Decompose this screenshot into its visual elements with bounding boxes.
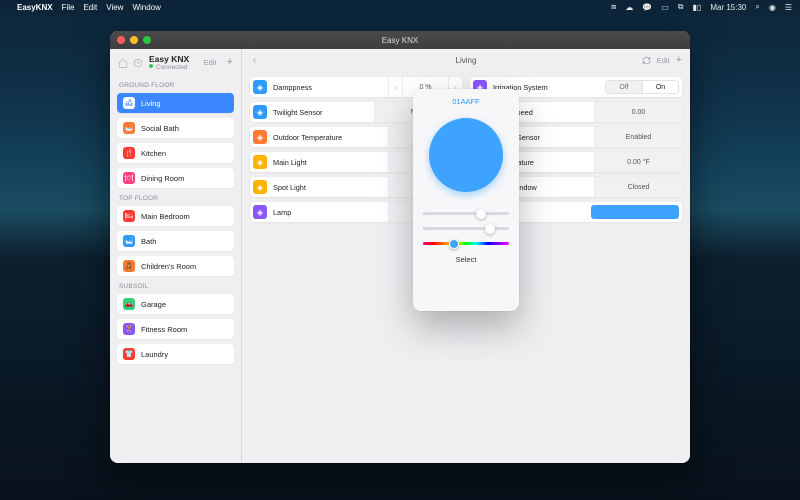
saturation-slider[interactable]	[423, 227, 509, 230]
device-icon: ◈	[253, 180, 267, 194]
main-panel: Living Edit + ◈Damppness‹0 %›◈Twilight S…	[242, 49, 690, 463]
color-preview-circle[interactable]	[429, 118, 503, 192]
sidebar-room-kitchen[interactable]: 🍴 Kitchen	[117, 143, 234, 163]
device-icon: ◈	[253, 80, 267, 94]
menu-view[interactable]: View	[106, 3, 123, 12]
bed-icon: 🛏	[123, 210, 135, 222]
display-icon[interactable]: ▭	[661, 3, 669, 12]
dropbox-icon[interactable]: ⧈	[611, 2, 616, 12]
bath-icon: 🛁	[123, 122, 135, 134]
sidebar-title: Easy KNX	[149, 54, 198, 64]
fitness-icon: 🏋	[123, 323, 135, 335]
kitchen-icon: 🍴	[123, 147, 135, 159]
sidebar-room-laundry[interactable]: 👕 Laundry	[117, 344, 234, 364]
device-icon: ◈	[253, 155, 267, 169]
color-swatch[interactable]	[591, 205, 679, 219]
room-label: Fitness Room	[141, 325, 187, 334]
sidebar-section-label: TOP FLOOR	[110, 188, 241, 206]
room-label: Social Bath	[141, 124, 179, 133]
siri-icon[interactable]: ◉	[769, 3, 776, 12]
sidebar-room-bath[interactable]: 🛁 Bath	[117, 231, 234, 251]
color-hex-value: 01AAFF	[452, 97, 480, 106]
laundry-icon: 👕	[123, 348, 135, 360]
device-label: Main Light	[273, 158, 388, 167]
room-label: Garage	[141, 300, 166, 309]
control-center-icon[interactable]: ☰	[785, 3, 792, 12]
car-icon: 🚗	[123, 298, 135, 310]
room-label: Laundry	[141, 350, 168, 359]
room-label: Dining Room	[141, 174, 184, 183]
main-title: Living	[242, 56, 690, 65]
room-label: Children's Room	[141, 262, 196, 271]
device-label: Damppness	[273, 83, 388, 92]
device-icon: ◈	[253, 205, 267, 219]
sofa-icon: 🛋	[123, 97, 135, 109]
menu-edit[interactable]: Edit	[83, 3, 97, 12]
step-down-button[interactable]: ‹	[388, 77, 402, 97]
room-label: Bath	[141, 237, 156, 246]
sidebar-add-button[interactable]: +	[227, 57, 233, 68]
hue-slider[interactable]	[423, 242, 509, 245]
sidebar: Easy KNX Connected Edit + GROUND FLOOR 🛋 L…	[110, 49, 242, 463]
device-value: Enabled	[594, 127, 682, 147]
device-label: Twilight Sensor	[273, 108, 374, 117]
sidebar-room-living[interactable]: 🛋 Living	[117, 93, 234, 113]
device-icon: ◈	[253, 105, 267, 119]
connection-status: Connected	[149, 64, 198, 71]
device-label: Spot Light	[273, 183, 388, 192]
device-value: 0.00	[594, 102, 682, 122]
segmented-control[interactable]: OffOn	[605, 80, 679, 94]
device-value: Closed	[594, 177, 682, 197]
menu-file[interactable]: File	[62, 3, 75, 12]
clock-icon[interactable]	[133, 58, 143, 68]
dining-icon: 🍽	[123, 172, 135, 184]
wifi-icon[interactable]: ⧉	[678, 2, 684, 12]
sidebar-room-main-bedroom[interactable]: 🛏 Main Bedroom	[117, 206, 234, 226]
clock[interactable]: Mar 15:30	[710, 3, 746, 12]
device-icon: ◈	[253, 130, 267, 144]
sidebar-room-children-s-room[interactable]: 🧸 Children's Room	[117, 256, 234, 276]
sidebar-section-label: GROUND FLOOR	[110, 75, 241, 93]
window-title: Easy KNX	[110, 36, 690, 45]
battery-icon[interactable]: ▮▯	[693, 3, 702, 12]
bath-icon: 🛁	[123, 235, 135, 247]
spotlight-icon[interactable]: ⌕	[755, 2, 759, 12]
sidebar-room-fitness-room[interactable]: 🏋 Fitness Room	[117, 319, 234, 339]
chat-icon[interactable]: 💬	[642, 3, 652, 12]
room-label: Living	[141, 99, 161, 108]
home-icon[interactable]	[118, 58, 128, 68]
segment-off[interactable]: Off	[606, 81, 642, 93]
cloud-icon[interactable]: ☁	[625, 3, 633, 12]
room-label: Main Bedroom	[141, 212, 190, 221]
sidebar-edit-button[interactable]: Edit	[204, 58, 217, 67]
room-label: Kitchen	[141, 149, 166, 158]
sidebar-room-social-bath[interactable]: 🛁 Social Bath	[117, 118, 234, 138]
app-menu[interactable]: EasyKNX	[17, 3, 53, 12]
sidebar-room-garage[interactable]: 🚗 Garage	[117, 294, 234, 314]
color-picker-popover: 01AAFF Select	[413, 89, 519, 311]
app-window: Easy KNX Easy KNX Connected Edit + GROUN…	[110, 31, 690, 463]
device-value: 0.00 °F	[594, 152, 682, 172]
segment-on[interactable]: On	[642, 81, 678, 93]
device-label: Lamp	[273, 208, 388, 217]
sidebar-section-label: SUBSOIL	[110, 276, 241, 294]
brightness-slider[interactable]	[423, 212, 509, 215]
sidebar-room-dining-room[interactable]: 🍽 Dining Room	[117, 168, 234, 188]
macos-menubar: EasyKNX File Edit View Window ⧈ ☁ 💬 ▭ ⧉ …	[0, 0, 800, 14]
device-label: Outdoor Temperature	[273, 133, 388, 142]
select-color-button[interactable]: Select	[456, 255, 477, 264]
toy-icon: 🧸	[123, 260, 135, 272]
window-titlebar[interactable]: Easy KNX	[110, 31, 690, 49]
menu-window[interactable]: Window	[132, 3, 160, 12]
